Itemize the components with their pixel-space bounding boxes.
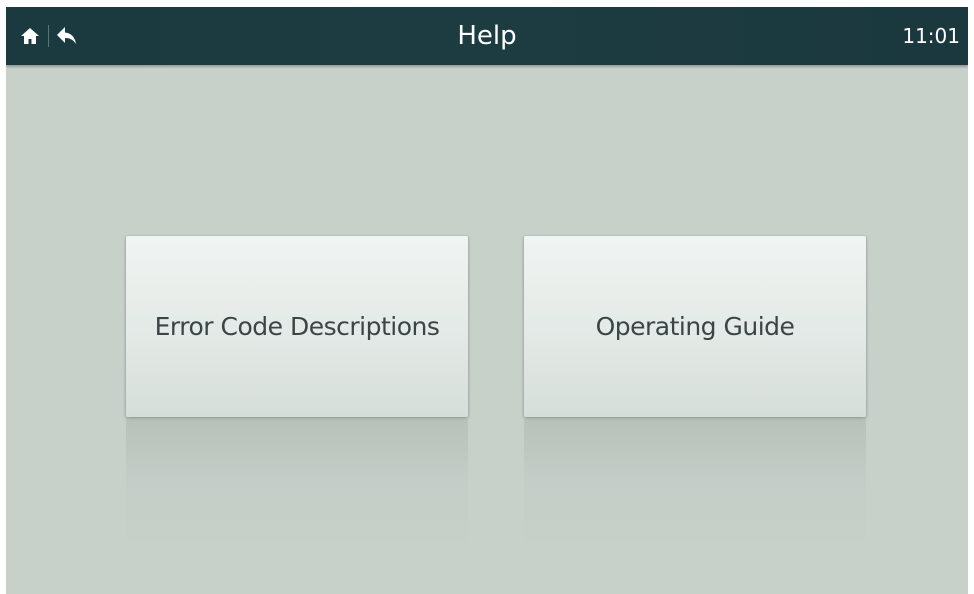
help-screen: Help 11:01 Error Code Descriptions Opera… xyxy=(6,7,968,594)
operating-guide-label: Operating Guide xyxy=(595,312,795,341)
error-code-descriptions-label: Error Code Descriptions xyxy=(154,312,440,341)
operating-guide-button[interactable]: Operating Guide xyxy=(524,236,866,417)
operating-guide-button-reflection xyxy=(524,419,866,559)
error-code-descriptions-button[interactable]: Error Code Descriptions xyxy=(126,236,468,417)
top-bar: Help 11:01 xyxy=(6,7,968,65)
page-title: Help xyxy=(457,21,517,51)
clock-time: 11:01 xyxy=(902,24,960,48)
error-code-button-reflection xyxy=(126,419,468,559)
